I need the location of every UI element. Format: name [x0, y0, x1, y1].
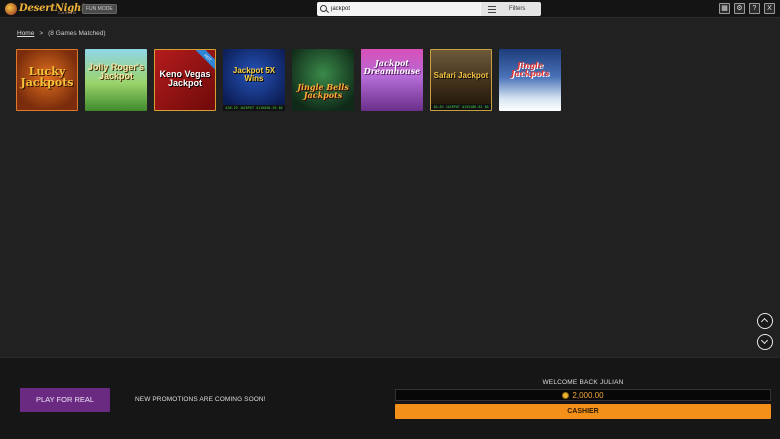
brand-subtitle: CASINO: [58, 10, 77, 15]
game-title: Jolly Roger's Jackpot: [87, 62, 145, 81]
game-title: Jingle Bells Jackpots: [297, 82, 349, 100]
game-tile[interactable]: Jolly Roger's Jackpot: [85, 49, 147, 111]
jackpot-ticker: $38.29 JACKPOT $116036.29 $8: [223, 105, 285, 111]
brand-name: DesertNights: [19, 3, 91, 14]
game-tile[interactable]: Jackpot 5X Wins $38.29 JACKPOT $116036.2…: [223, 49, 285, 111]
chevron-down-icon: [760, 336, 769, 345]
search-icon[interactable]: [317, 2, 331, 16]
game-tile[interactable]: Lucky Jackpots: [16, 49, 78, 111]
game-tile[interactable]: Jingle Bells Jackpots: [292, 49, 354, 111]
brand-mark-icon: [5, 3, 17, 15]
breadcrumb-separator: >: [39, 30, 44, 37]
filters-button[interactable]: Filters: [481, 2, 541, 16]
scroll-down-button[interactable]: [757, 334, 773, 350]
game-title: Jackpot 5X Wins: [232, 66, 276, 83]
gear-icon[interactable]: ⚙: [734, 3, 745, 14]
results-count: (8 Games Matched): [48, 30, 106, 37]
top-bar: DesertNights CASINO FUN MODE Filters ▦ ⚙…: [0, 0, 780, 18]
game-tile[interactable]: Jackpot Dreamhouse: [361, 49, 423, 111]
welcome-message: WELCOME BACK JULIAN: [542, 379, 624, 386]
balance-display: 2,000.00: [395, 389, 771, 401]
promotions-message: NEW PROMOTIONS ARE COMING SOON!: [135, 396, 266, 403]
breadcrumb: Home > (8 Games Matched): [17, 30, 106, 37]
lobby-icon[interactable]: ▦: [719, 3, 730, 14]
game-title: Jingle Jackpots: [510, 60, 550, 78]
chevron-up-icon: [760, 317, 769, 326]
play-for-real-button[interactable]: PLAY FOR REAL: [20, 388, 110, 412]
game-title: Jackpot Dreamhouse: [363, 58, 421, 76]
game-title: Lucky Jackpots: [20, 65, 74, 89]
game-tile[interactable]: Jingle Jackpots: [499, 49, 561, 111]
filters-label: Filters: [509, 6, 526, 12]
brand-logo[interactable]: DesertNights: [5, 2, 91, 16]
game-title: Safari Jackpot: [433, 71, 489, 80]
help-icon[interactable]: ?: [749, 3, 760, 14]
scroll-up-button[interactable]: [757, 313, 773, 329]
jackpot-ticker: $6.82 JACKPOT $155186.82 $6: [431, 104, 491, 110]
balance-amount: 2,000.00: [572, 391, 604, 400]
fun-mode-badge: FUN MODE: [82, 4, 117, 14]
close-icon[interactable]: X: [764, 3, 775, 14]
search-bar: [317, 2, 481, 16]
game-title: Keno Vegas Jackpot: [159, 69, 211, 88]
cashier-button[interactable]: CASHIER: [395, 404, 771, 419]
footer-bar: PLAY FOR REAL NEW PROMOTIONS ARE COMING …: [0, 357, 780, 439]
sliders-icon: [481, 2, 503, 16]
search-input[interactable]: [331, 3, 471, 15]
game-tile[interactable]: Keno Vegas Jackpot HOT: [154, 49, 216, 111]
breadcrumb-home-link[interactable]: Home: [17, 30, 34, 37]
coin-icon: [562, 392, 570, 399]
game-tile[interactable]: Safari Jackpot $6.82 JACKPOT $155186.82 …: [430, 49, 492, 111]
